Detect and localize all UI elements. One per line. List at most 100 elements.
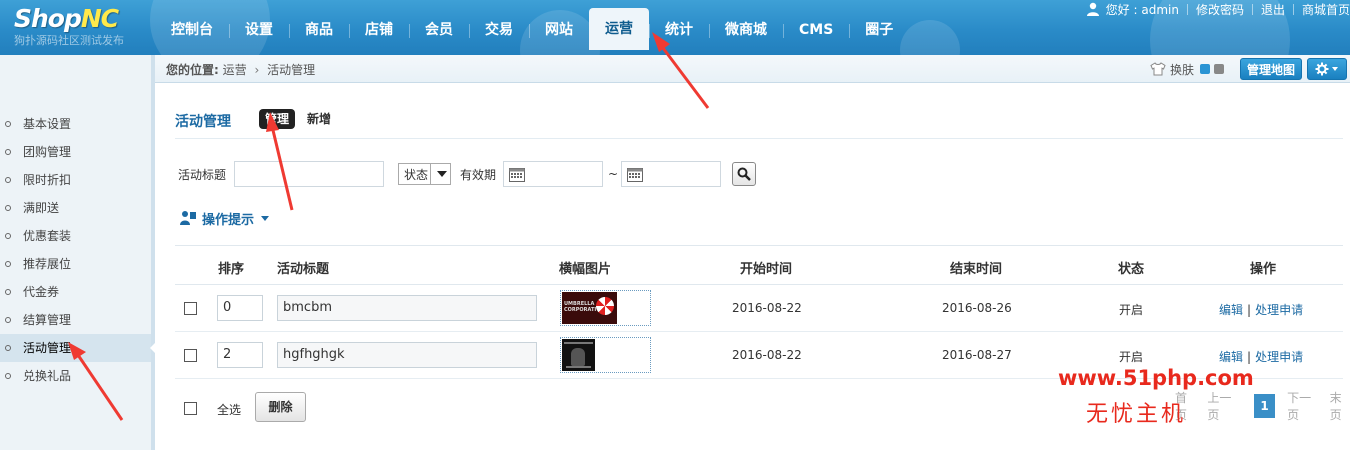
pager-last[interactable]: 末页 (1330, 389, 1350, 423)
sidebar-item-settlement[interactable]: 结算管理 (0, 306, 151, 334)
row-checkbox[interactable] (184, 302, 197, 315)
breadcrumb-level2: 活动管理 (267, 63, 316, 77)
store-home-link[interactable]: 商城首页 (1302, 1, 1350, 18)
select-all-checkbox[interactable] (184, 402, 197, 415)
nav-item-store[interactable]: 店铺 (349, 15, 409, 45)
logout-link[interactable]: 退出 (1261, 1, 1285, 18)
sidebar-item-voucher[interactable]: 代金券 (0, 278, 151, 306)
end-time: 2016-08-27 (942, 348, 1012, 362)
valid-period-label: 有效期 (460, 167, 497, 182)
banner-image[interactable] (560, 337, 651, 373)
breadcrumb: 您的位置: 运营 › 活动管理 (166, 61, 315, 78)
action-separator: | (1247, 303, 1252, 317)
column-header-status: 状态 (1118, 262, 1145, 277)
sidebar-item-gift-exchange[interactable]: 兑换礼品 (0, 362, 151, 390)
date-range-separator: ~ (608, 167, 619, 181)
sidebar-item-basic-settings[interactable]: 基本设置 (0, 110, 151, 138)
breadcrumb-separator: › (254, 63, 260, 77)
watermark-name: 无忧主机 (1086, 402, 1187, 427)
title-label: 活动标题 (178, 167, 227, 182)
pager-next[interactable]: 下一页 (1287, 389, 1318, 423)
sidebar-item-flash-discount[interactable]: 限时折扣 (0, 166, 151, 194)
breadcrumb-level1[interactable]: 运营 (223, 63, 247, 77)
search-form: 活动标题 状态 有效期 ~ (178, 161, 757, 187)
banner-image[interactable]: UMBRELLA CORPORATION (560, 290, 651, 326)
start-date-input[interactable] (503, 161, 604, 187)
handle-application-link[interactable]: 处理申请 (1255, 350, 1303, 364)
column-header-end-time: 结束时间 (950, 262, 1003, 277)
pager-current[interactable]: 1 (1253, 394, 1276, 418)
bullet-icon (5, 373, 11, 379)
logo[interactable]: ShopNC 狗扑源码社区测试发布 (14, 4, 149, 54)
sidebar-item-label: 优惠套装 (23, 229, 72, 243)
calendar-icon[interactable] (509, 167, 526, 182)
end-date-input[interactable] (621, 161, 722, 187)
tips-icon (180, 211, 196, 225)
breadcrumb-tools: 换肤 管理地图 (1150, 57, 1347, 81)
pager-prev[interactable]: 上一页 (1207, 389, 1238, 423)
nav-item-goods[interactable]: 商品 (289, 15, 349, 45)
bullet-icon (5, 317, 11, 323)
skin-gray-option[interactable] (1213, 64, 1224, 74)
sort-input[interactable]: 0 (217, 295, 263, 321)
sidebar-item-group-buy[interactable]: 团购管理 (0, 138, 151, 166)
nav-item-members[interactable]: 会员 (409, 15, 469, 45)
nav-item-microshop[interactable]: 微商城 (709, 15, 783, 45)
bullet-icon (5, 289, 11, 295)
nav-item-circle[interactable]: 圈子 (849, 15, 909, 45)
tab-manage[interactable]: 管理 (259, 109, 296, 129)
bullet-icon (5, 177, 11, 183)
sidebar-item-full-gift[interactable]: 满即送 (0, 194, 151, 222)
shirt-icon (1150, 62, 1166, 76)
bullet-icon (5, 233, 11, 239)
search-button[interactable] (732, 162, 757, 186)
sidebar-item-label: 基本设置 (23, 117, 72, 131)
operation-tips-toggle[interactable]: 操作提示 (180, 209, 270, 228)
status-select[interactable]: 状态 (398, 163, 452, 185)
table-header: 排序 活动标题 横幅图片 开始时间 结束时间 状态 操作 (175, 245, 1343, 285)
handle-application-link[interactable]: 处理申请 (1255, 303, 1303, 317)
activity-title-field[interactable]: bmcbm (277, 295, 537, 321)
column-header-banner: 横幅图片 (559, 262, 612, 277)
sidebar: 基本设置 团购管理 限时折扣 满即送 优惠套装 推荐展位 代金券 结算管理 活动… (0, 55, 156, 450)
row-checkbox[interactable] (184, 349, 197, 362)
row-actions: 编辑 | 处理申请 (1219, 348, 1303, 365)
admin-map-button[interactable]: 管理地图 (1239, 58, 1302, 80)
sidebar-item-activity[interactable]: 活动管理 (0, 334, 156, 362)
nav-item-dashboard[interactable]: 控制台 (155, 15, 229, 45)
start-time: 2016-08-22 (732, 348, 802, 362)
search-icon (737, 167, 751, 181)
divider (1292, 3, 1294, 15)
change-password-link[interactable]: 修改密码 (1196, 1, 1244, 18)
edit-link[interactable]: 编辑 (1219, 303, 1243, 317)
top-header: ShopNC 狗扑源码社区测试发布 控制台 设置 商品 店铺 会员 交易 网站 … (0, 0, 1350, 55)
column-header-sort: 排序 (218, 262, 245, 277)
activity-title-field[interactable]: hgfhghgk (277, 342, 537, 368)
calendar-icon[interactable] (627, 167, 644, 182)
nav-item-stats[interactable]: 统计 (649, 15, 709, 45)
activity-title-input[interactable] (234, 161, 385, 187)
sidebar-item-recommend-booth[interactable]: 推荐展位 (0, 250, 151, 278)
sidebar-menu: 基本设置 团购管理 限时折扣 满即送 优惠套装 推荐展位 代金券 结算管理 活动… (0, 110, 156, 390)
caret-down-icon (261, 215, 270, 221)
select-all-label[interactable]: 全选 (217, 401, 241, 418)
settings-menu-button[interactable] (1307, 58, 1347, 80)
skin-blue-option[interactable] (1199, 64, 1210, 74)
skin-label[interactable]: 换肤 (1170, 61, 1194, 78)
nav-item-website[interactable]: 网站 (529, 15, 589, 45)
edit-link[interactable]: 编辑 (1219, 350, 1243, 364)
delete-button[interactable]: 删除 (255, 392, 306, 422)
tab-add[interactable]: 新增 (307, 109, 331, 129)
nav-item-trade[interactable]: 交易 (469, 15, 529, 45)
sidebar-item-label: 活动管理 (23, 341, 72, 355)
nav-item-cms[interactable]: CMS (783, 15, 849, 45)
sidebar-item-label: 兑换礼品 (23, 369, 72, 383)
nav-item-settings[interactable]: 设置 (229, 15, 289, 45)
sort-input[interactable]: 2 (217, 342, 263, 368)
pagination: 首页 上一页 1 下一页 末页 (1175, 391, 1350, 422)
nav-item-operation[interactable]: 运营 (589, 8, 649, 50)
banner-caption-line (564, 342, 593, 344)
sidebar-item-bundle[interactable]: 优惠套装 (0, 222, 151, 250)
user-icon (1086, 2, 1099, 16)
end-time: 2016-08-26 (942, 301, 1012, 315)
